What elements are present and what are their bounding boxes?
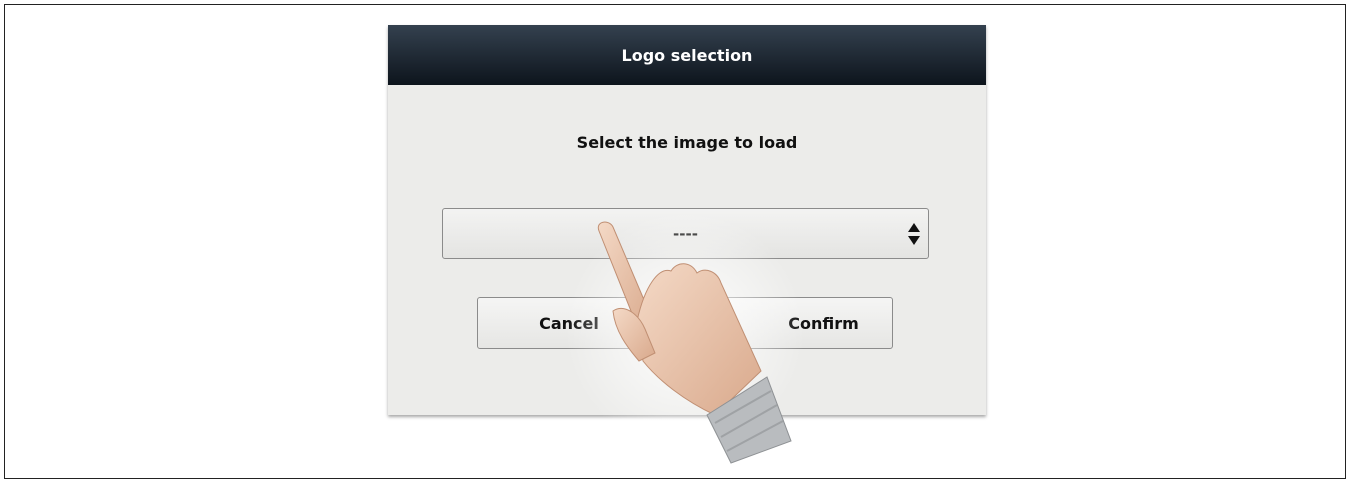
figure-frame: Logo selection Select the image to load …	[4, 4, 1346, 479]
select-value: ----	[673, 224, 698, 243]
confirm-label: Confirm	[788, 313, 859, 333]
cancel-label: Cancel	[539, 313, 599, 333]
dialog-title: Logo selection	[621, 45, 753, 65]
image-select-dropdown[interactable]: ----	[442, 208, 929, 259]
dialog-titlebar: Logo selection	[388, 25, 986, 85]
logo-selection-dialog: Logo selection Select the image to load …	[388, 25, 986, 415]
dialog-prompt: Select the image to load	[576, 133, 798, 152]
confirm-button[interactable]: Confirm	[674, 297, 893, 349]
up-down-arrows-icon	[908, 223, 920, 245]
cancel-button[interactable]: Cancel	[477, 297, 697, 349]
